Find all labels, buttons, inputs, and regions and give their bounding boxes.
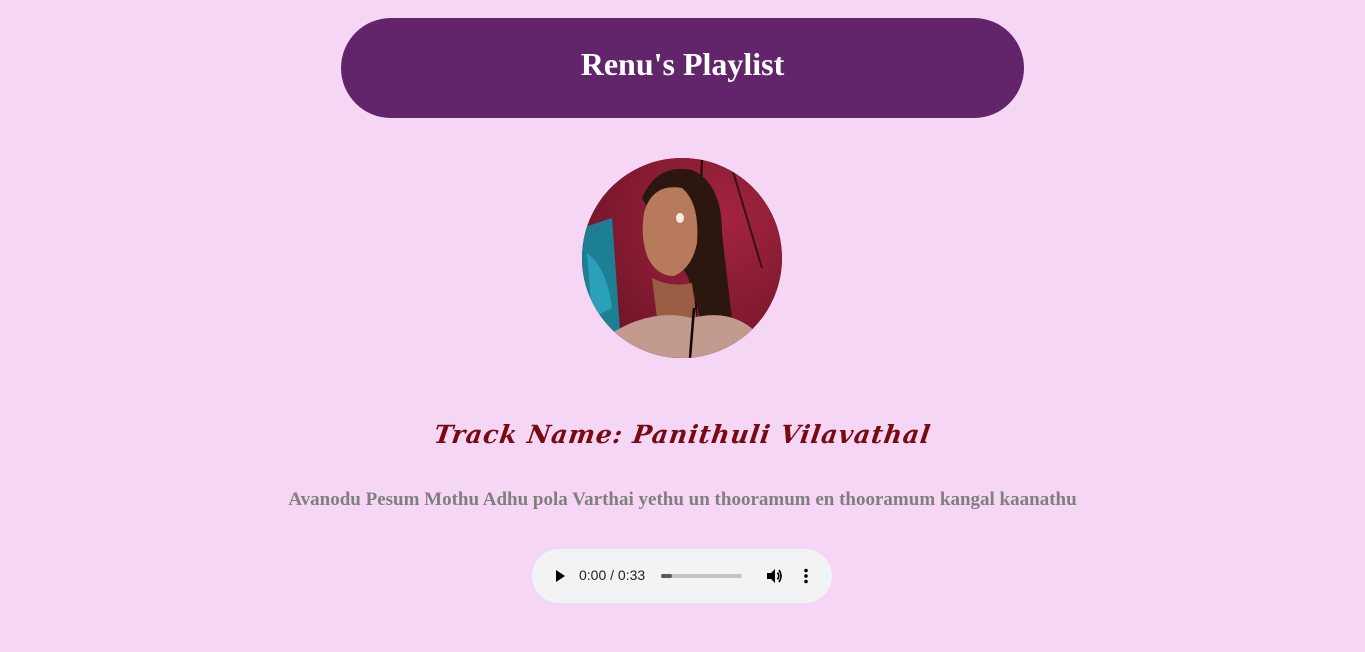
playlist-title: Renu's Playlist: [580, 45, 785, 82]
track-lyrics: Avanodu Pesum Mothu Adhu pola Varthai ye…: [288, 489, 1077, 510]
album-art-image: [582, 158, 782, 358]
progress-slider[interactable]: [661, 574, 742, 578]
playlist-header: Renu's Playlist: [341, 18, 1024, 118]
volume-icon[interactable]: [765, 567, 783, 585]
album-art-illustration: [582, 158, 782, 358]
progress-fill: [661, 574, 673, 578]
track-name: Track Name: Panithuli Vilavathal: [432, 420, 933, 449]
more-vertical-icon[interactable]: [800, 567, 812, 585]
audio-player[interactable]: 0:00 / 0:33: [532, 549, 832, 603]
play-icon[interactable]: [552, 568, 568, 584]
time-display: 0:00 / 0:33: [579, 567, 646, 583]
